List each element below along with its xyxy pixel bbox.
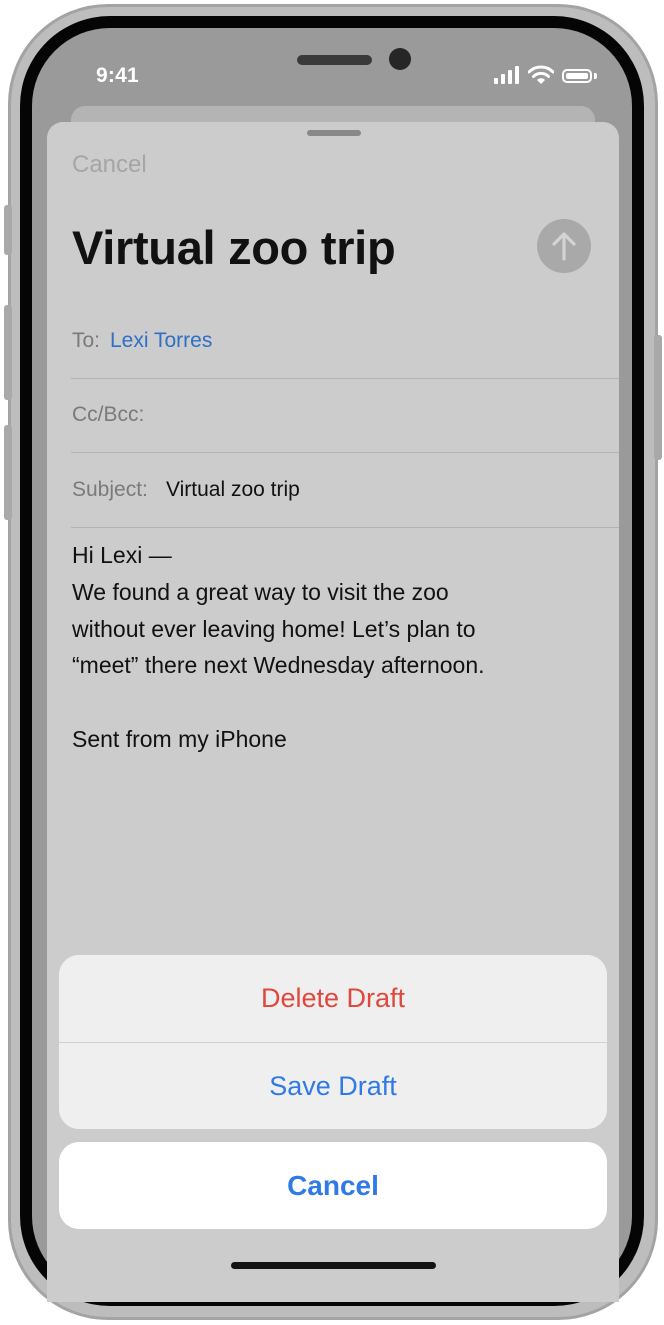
- divider: [71, 378, 619, 379]
- to-field-label: To:: [72, 329, 101, 352]
- front-camera: [389, 48, 411, 70]
- side-button-volume-down: [4, 425, 12, 520]
- action-sheet-cancel-button[interactable]: Cancel: [59, 1142, 607, 1229]
- message-body-line[interactable]: We found a great way to visit the zoo: [72, 579, 449, 606]
- subject-field[interactable]: Virtual zoo trip: [166, 478, 300, 502]
- message-signature[interactable]: Sent from my iPhone: [72, 726, 287, 753]
- wifi-icon: [528, 65, 554, 84]
- send-button[interactable]: [537, 219, 591, 273]
- side-button-silent: [4, 205, 12, 255]
- arrow-up-icon: [552, 232, 576, 261]
- speaker-grille: [297, 55, 372, 65]
- save-draft-button[interactable]: Save Draft: [59, 1043, 607, 1129]
- side-button-power: [654, 335, 662, 460]
- message-body-line[interactable]: without ever leaving home! Let’s plan to: [72, 616, 476, 643]
- cc-bcc-field-label[interactable]: Cc/Bcc:: [72, 403, 144, 427]
- divider: [71, 527, 619, 528]
- battery-cap: [594, 73, 597, 79]
- message-body-line[interactable]: “meet” there next Wednesday afternoon.: [72, 652, 485, 679]
- divider: [71, 452, 619, 453]
- mail-title: Virtual zoo trip: [72, 221, 396, 274]
- side-button-volume-up: [4, 305, 12, 400]
- cellular-signal-icon: [494, 66, 520, 84]
- action-sheet-group: Delete Draft Save Draft: [59, 955, 607, 1129]
- subject-field-label: Subject:: [72, 478, 148, 501]
- to-recipient[interactable]: Lexi Torres: [110, 329, 212, 353]
- message-body-greeting[interactable]: Hi Lexi —: [72, 542, 172, 569]
- compose-cancel-button[interactable]: Cancel: [72, 151, 147, 179]
- delete-draft-button[interactable]: Delete Draft: [59, 955, 607, 1042]
- battery-icon: [562, 69, 592, 83]
- home-indicator[interactable]: [231, 1262, 436, 1269]
- status-time: 9:41: [96, 64, 139, 87]
- sheet-grabber[interactable]: [307, 130, 361, 136]
